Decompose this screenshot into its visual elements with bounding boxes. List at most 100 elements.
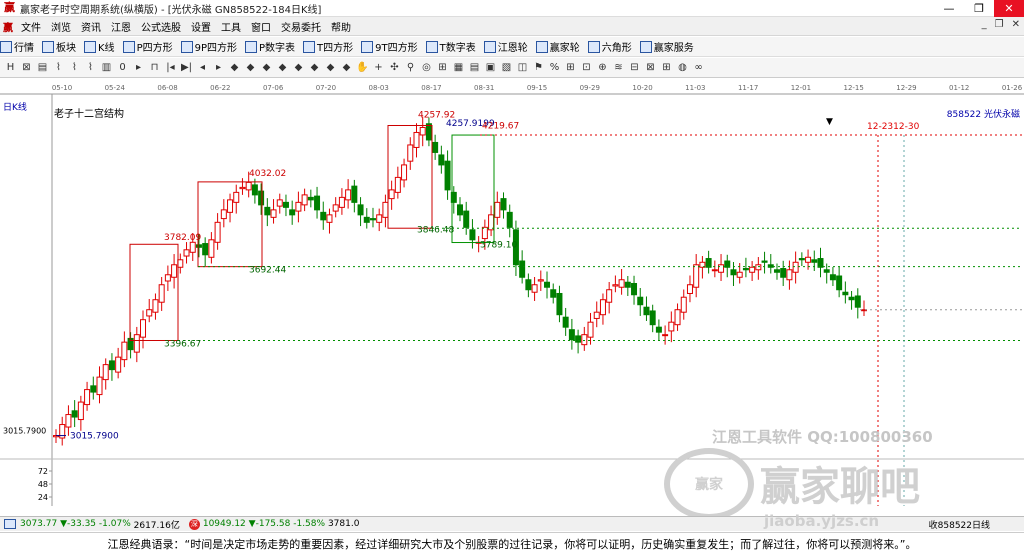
- price-annotation: 4032.02: [249, 169, 286, 179]
- tool-icon[interactable]: ▣: [484, 61, 497, 74]
- menu-trade[interactable]: 交易委托: [276, 19, 326, 34]
- mdi-restore-button[interactable]: ❐: [995, 19, 1004, 30]
- date-tick-label: 12-01: [791, 84, 811, 92]
- maximize-button[interactable]: ❐: [964, 0, 994, 17]
- tool-icon[interactable]: ◆: [244, 61, 257, 74]
- candle-body: [730, 269, 737, 276]
- tool-icon[interactable]: ⊡: [580, 61, 593, 74]
- tool-icon[interactable]: 0: [116, 61, 129, 74]
- tool-icon[interactable]: ⊓: [148, 61, 161, 74]
- minimize-button[interactable]: —: [934, 0, 964, 17]
- price-annotation: 3789.10: [480, 240, 517, 250]
- toolbar-hexagon-button[interactable]: 六角形: [587, 39, 632, 54]
- tool-icon[interactable]: ⊞: [660, 61, 673, 74]
- tool-icon[interactable]: ⚑: [532, 61, 545, 74]
- candle-body: [282, 201, 289, 208]
- tool-icon[interactable]: ▸: [132, 61, 145, 74]
- tool-icon[interactable]: %: [548, 61, 561, 74]
- tool-icon[interactable]: ⌇: [52, 61, 65, 74]
- candle-body: [649, 310, 656, 326]
- toolbar-wheel-button[interactable]: 江恩轮: [483, 39, 528, 54]
- app-logo-icon: 赢: [4, 1, 15, 14]
- candle-body: [525, 279, 532, 291]
- menu-tools[interactable]: 工具: [216, 19, 246, 34]
- tool-icon[interactable]: ◆: [260, 61, 273, 74]
- toolbar-t-square-button[interactable]: T四方形: [303, 39, 353, 54]
- menu-info[interactable]: 资讯: [76, 19, 106, 34]
- tool-icon[interactable]: ⚲: [404, 61, 417, 74]
- menu-file[interactable]: 文件: [16, 19, 46, 34]
- toolbar-candle-button[interactable]: K线: [84, 39, 115, 54]
- tool-icon[interactable]: ◆: [228, 61, 241, 74]
- toolbar-9p-square-button[interactable]: 9P四方形: [180, 39, 237, 54]
- tool-icon[interactable]: ≋: [612, 61, 625, 74]
- toolbar-p-square-button[interactable]: P四方形: [122, 39, 173, 54]
- tool-icon[interactable]: ▦: [452, 61, 465, 74]
- tool-icon[interactable]: +: [372, 61, 385, 74]
- sz-index-icon: 深: [188, 518, 200, 530]
- tool-icon[interactable]: ✣: [388, 61, 401, 74]
- menu-browse[interactable]: 浏览: [46, 19, 76, 34]
- tool-icon[interactable]: ▶|: [180, 61, 193, 74]
- date-tick-label: 09-29: [580, 84, 600, 92]
- date-tick-label: 11-03: [685, 84, 705, 92]
- drawing-toolbar: H ⊠ ▤ ⌇ ⌇ ⌇ ▥ 0 ▸ ⊓ |◂ ▶| ◂ ▸ ◆ ◆ ◆ ◆ ◆ ◆ ◆ ◆ ✋ + ✣ ⚲ ◎ ⊞ ▦ ▤ ▣ ▧ ◫ ⚑% ⊞ ⊡ ⊕…: [0, 58, 1024, 78]
- tool-icon[interactable]: ∞: [692, 61, 705, 74]
- tool-icon[interactable]: ◍: [676, 61, 689, 74]
- tool-icon[interactable]: ◆: [308, 61, 321, 74]
- window-controls: — ❐ ✕: [934, 0, 1024, 17]
- tool-icon[interactable]: ⊞: [436, 61, 449, 74]
- menu-formula[interactable]: 公式选股: [136, 19, 186, 34]
- sh-index[interactable]: 3073.77 ▼-33.35 -1.07% 2617.16亿: [20, 518, 180, 531]
- tool-icon[interactable]: ▤: [36, 61, 49, 74]
- toolbar-9t-square-button[interactable]: 9T四方形: [361, 39, 418, 54]
- tool-icon[interactable]: ▤: [468, 61, 481, 74]
- tool-icon[interactable]: ▧: [500, 61, 513, 74]
- sz-index[interactable]: 10949.12 ▼-175.58 -1.58% 3781.0: [203, 519, 360, 529]
- mdi-close-button[interactable]: ✕: [1012, 19, 1020, 30]
- date-tick-label: 01-12: [949, 84, 969, 92]
- menu-gann[interactable]: 江恩: [106, 19, 136, 34]
- mdi-minimize-button[interactable]: _: [982, 19, 987, 30]
- tool-icon[interactable]: ⊟: [628, 61, 641, 74]
- tool-icon[interactable]: ◆: [292, 61, 305, 74]
- candle-body: [854, 295, 861, 308]
- tool-icon[interactable]: ▥: [100, 61, 113, 74]
- tool-icon[interactable]: |◂: [164, 61, 177, 74]
- tool-icon[interactable]: ◆: [324, 61, 337, 74]
- tool-icon[interactable]: H: [4, 61, 17, 74]
- tool-icon[interactable]: ▸: [212, 61, 225, 74]
- tool-icon[interactable]: ⊞: [564, 61, 577, 74]
- toolbar-t-table-button[interactable]: T数字表: [425, 39, 476, 54]
- tool-icon[interactable]: ✋: [356, 61, 369, 74]
- candle-body: [96, 376, 103, 396]
- tool-icon[interactable]: ⊕: [596, 61, 609, 74]
- tool-icon[interactable]: ◎: [420, 61, 433, 74]
- tool-icon[interactable]: ⊠: [20, 61, 33, 74]
- tool-icon[interactable]: ⌇: [84, 61, 97, 74]
- toolbar-wheel2-button[interactable]: 赢家轮: [535, 39, 580, 54]
- toolbar-label: T数字表: [439, 43, 476, 54]
- tool-icon[interactable]: ⌇: [68, 61, 81, 74]
- close-button[interactable]: ✕: [994, 0, 1024, 17]
- toolbar-grid-button[interactable]: 行情: [0, 39, 34, 54]
- toolbar-p-table-button[interactable]: P数字表: [245, 39, 295, 54]
- tool-icon[interactable]: ◂: [196, 61, 209, 74]
- toolbar-blocks-button[interactable]: 板块: [42, 39, 76, 54]
- status-grid-icon[interactable]: [4, 519, 16, 529]
- price-annotation: 3015.7900: [70, 431, 119, 441]
- menu-help[interactable]: 帮助: [326, 19, 356, 34]
- menu-settings[interactable]: 设置: [186, 19, 216, 34]
- menu-window[interactable]: 窗口: [246, 19, 276, 34]
- candle-body: [388, 189, 395, 200]
- tool-icon[interactable]: ◆: [276, 61, 289, 74]
- candle-body: [295, 201, 302, 212]
- toolbar-service-button[interactable]: 赢家服务: [639, 39, 694, 54]
- date-tick-label: 07-06: [263, 84, 284, 92]
- candle-body: [581, 334, 588, 346]
- tool-icon[interactable]: ◆: [340, 61, 353, 74]
- tool-icon[interactable]: ⊠: [644, 61, 657, 74]
- tool-icon[interactable]: ◫: [516, 61, 529, 74]
- candle-body: [736, 271, 743, 278]
- candle-body: [544, 281, 551, 288]
